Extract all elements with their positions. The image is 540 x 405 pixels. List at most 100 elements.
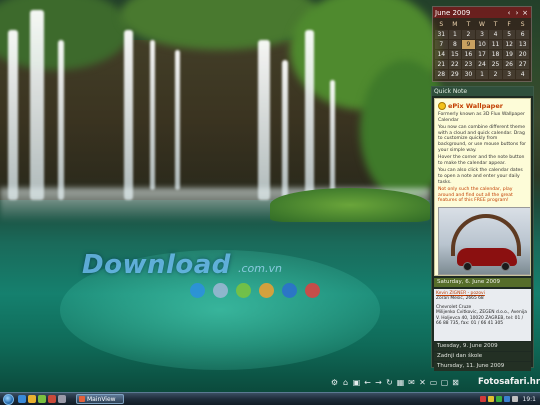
calendar-day[interactable]: 4	[516, 70, 529, 79]
note-line: You can also click the calendar dates to…	[438, 168, 523, 185]
delete-icon[interactable]: ✕	[418, 378, 427, 387]
calendar-day[interactable]: 2	[462, 30, 475, 39]
waterfall	[124, 30, 133, 200]
calendar-day[interactable]: 20	[516, 50, 529, 59]
refresh-icon[interactable]: ↻	[385, 378, 394, 387]
loader-dot	[236, 283, 251, 298]
calendar-widget: June 2009 ‹ › × S M T W T F S 31 1 2 3 4 5 6 7 8 9 10 11 12…	[432, 6, 532, 82]
calendar-day[interactable]: 29	[448, 70, 462, 79]
calendar-weekday: W	[479, 21, 485, 28]
waterfall	[150, 40, 155, 190]
browser-icon[interactable]	[18, 395, 26, 403]
home-icon[interactable]: ⌂	[341, 378, 350, 387]
note-line: Not only such the calendar, play around …	[438, 187, 513, 204]
calendar-day[interactable]: 13	[516, 40, 529, 49]
calendar-weekday: S	[520, 21, 525, 28]
calendar-grid: S M T W T F S 31 1 2 3 4 5 6 7 8 9 10 11 12 13 14 15 16 17 18 19 20…	[433, 18, 531, 81]
volume-icon[interactable]	[511, 396, 518, 402]
calendar-day[interactable]: 11	[489, 40, 502, 49]
agenda-day-item[interactable]: Thursday, 11. June 2009	[434, 362, 531, 371]
folder-icon[interactable]	[28, 395, 36, 403]
chevron-left-icon[interactable]: ‹	[505, 9, 513, 17]
loader-dot	[282, 283, 297, 298]
calendar-day[interactable]: 21	[435, 60, 448, 69]
tray-app-icon[interactable]	[487, 396, 494, 402]
calendar-day[interactable]: 2	[489, 70, 502, 79]
panel-title: Quick Note	[432, 87, 533, 96]
agenda-day-item[interactable]: Zadnji dan škole	[434, 352, 531, 361]
system-tray: 19:1	[479, 396, 540, 403]
app-icon[interactable]	[48, 395, 56, 403]
calendar-day[interactable]: 23	[462, 60, 475, 69]
calendar-day[interactable]: 3	[475, 30, 489, 39]
agenda-day-body[interactable]: Kevin ZIGNER - pozovi Zoran Mesic, 2665 …	[434, 289, 531, 341]
desktop-icon[interactable]	[58, 395, 66, 403]
close-icon[interactable]: ×	[521, 9, 529, 17]
wheel-shape	[501, 261, 510, 271]
calendar-day[interactable]: 10	[475, 40, 489, 49]
calendar-weekday: S	[439, 21, 444, 28]
calendar-day[interactable]: 7	[435, 40, 448, 49]
chevron-right-icon[interactable]: ›	[513, 9, 521, 17]
image-icon[interactable]: ▣	[352, 378, 361, 387]
watermark-domain: .com.vn	[238, 262, 282, 275]
calendar-header: June 2009 ‹ › ×	[433, 7, 531, 18]
calendar-day[interactable]: 24	[475, 60, 489, 69]
folder-icon[interactable]: ▭	[429, 378, 438, 387]
loader-dot	[259, 283, 274, 298]
calendar-day[interactable]: 22	[448, 60, 462, 69]
network-icon[interactable]	[503, 396, 510, 402]
waterfall	[8, 30, 18, 200]
task-label: MainView	[87, 395, 116, 403]
agenda-line: Zoran Mesic, 2665 68	[436, 296, 484, 302]
calendar-day[interactable]: 26	[502, 60, 516, 69]
calendar-month-title: June 2009	[435, 8, 471, 17]
calendar-day[interactable]: 31	[435, 30, 448, 39]
forward-icon[interactable]: →	[374, 378, 383, 387]
note-heading: ePix Wallpaper	[438, 102, 527, 110]
back-icon[interactable]: ←	[363, 378, 372, 387]
calendar-day[interactable]: 30	[462, 70, 475, 79]
calendar-weekday: T	[466, 21, 471, 28]
calendar-day[interactable]: 5	[502, 30, 516, 39]
clock[interactable]: 19:1	[523, 396, 536, 403]
calendar-day[interactable]: 14	[435, 50, 448, 59]
calendar-day[interactable]: 6	[516, 30, 529, 39]
monitor-icon[interactable]: ▢	[440, 378, 449, 387]
calendar-day[interactable]: 4	[489, 30, 502, 39]
start-button[interactable]	[3, 393, 14, 405]
calendar-day[interactable]: 17	[475, 50, 489, 59]
calendar-day[interactable]: 8	[448, 40, 462, 49]
waterfall	[30, 10, 44, 200]
calendar-day[interactable]: 15	[448, 50, 462, 59]
mail-icon[interactable]: ✉	[407, 378, 416, 387]
media-icon[interactable]	[38, 395, 46, 403]
settings-icon[interactable]: ⚙	[330, 378, 339, 387]
calendar-weekday: M	[452, 21, 458, 28]
agenda-day-item[interactable]: Tuesday, 9. June 2009	[434, 342, 531, 351]
agenda-line: Milijenko Cvitkovic, ZEGEN d.o.o., Aveni…	[436, 310, 527, 327]
calendar-weekday: T	[493, 21, 498, 28]
calendar-day[interactable]: 1	[475, 70, 489, 79]
calendar-icon[interactable]: ▦	[396, 378, 405, 387]
calendar-day[interactable]: 1	[448, 30, 462, 39]
close-icon[interactable]: ⊠	[451, 378, 460, 387]
calendar-day[interactable]: 19	[502, 50, 516, 59]
calendar-day[interactable]: 28	[435, 70, 448, 79]
quick-note-card[interactable]: ePix Wallpaper Formerly known as 3D Flux…	[434, 98, 531, 276]
dock-icon-strip: ⚙ ⌂ ▣ ← → ↻ ▦ ✉ ✕ ▭ ▢ ⊠	[330, 378, 460, 387]
calendar-day[interactable]: 12	[502, 40, 516, 49]
taskbar-window-button[interactable]: MainView	[76, 394, 124, 404]
waterfall	[305, 30, 314, 200]
calendar-day[interactable]: 27	[516, 60, 529, 69]
calendar-day[interactable]: 25	[489, 60, 502, 69]
calendar-day[interactable]: 9	[462, 40, 475, 49]
tray-app-icon[interactable]	[479, 396, 486, 402]
calendar-day[interactable]: 16	[462, 50, 475, 59]
calendar-day[interactable]: 18	[489, 50, 502, 59]
tray-app-icon[interactable]	[495, 396, 502, 402]
calendar-day[interactable]: 3	[502, 70, 516, 79]
agenda-day-header[interactable]: Saturday, 6. June 2009	[434, 278, 531, 287]
waterfall	[282, 60, 288, 200]
wheel-shape	[463, 261, 472, 271]
